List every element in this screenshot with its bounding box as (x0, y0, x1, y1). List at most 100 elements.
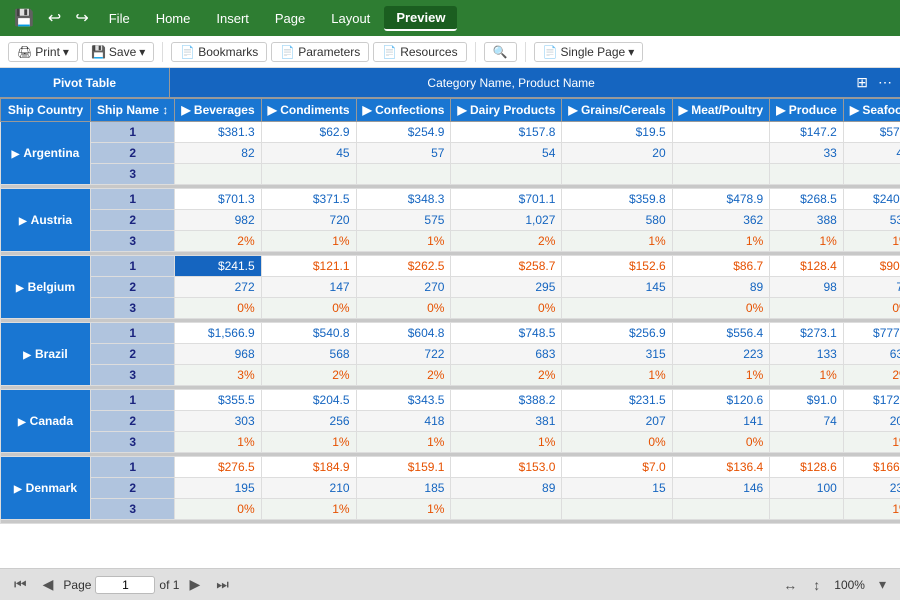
data-cell: $540.8 (261, 323, 356, 344)
menu-page[interactable]: Page (263, 7, 317, 30)
data-cell: 0% (175, 298, 261, 319)
data-cell: 207 (562, 411, 672, 432)
data-cell: 98 (770, 277, 844, 298)
col-header-dairy: ▶ Dairy Products (451, 99, 562, 122)
country-cell: ▶Belgium (1, 256, 91, 319)
parameters-button[interactable]: 📄 Parameters (271, 42, 369, 62)
data-cell (770, 164, 844, 185)
data-cell: $62.9 (261, 122, 356, 143)
data-cell: 418 (356, 411, 451, 432)
redo-icon[interactable]: ↪ (69, 4, 94, 32)
data-cell (843, 164, 900, 185)
print-button[interactable]: 🖨 Print ▾ (8, 42, 78, 62)
data-cell: $604.8 (356, 323, 451, 344)
search-button[interactable]: 🔍 (484, 42, 517, 62)
data-cell: 210 (261, 478, 356, 499)
data-cell: $777.4 (843, 323, 900, 344)
data-cell: 720 (261, 210, 356, 231)
row-number-cell: 2 (91, 277, 175, 298)
data-cell: $136.4 (672, 457, 770, 478)
expand-arrow-icon[interactable]: ▶ (18, 417, 26, 428)
zoom-dropdown-arrow[interactable]: ▾ (873, 574, 892, 595)
data-cell: $701.1 (451, 189, 562, 210)
data-cell: 74 (770, 411, 844, 432)
table-row: ▶Brazil1$1,566.9$540.8$604.8$748.5$256.9… (1, 323, 900, 344)
data-cell: $343.5 (356, 390, 451, 411)
next-page-button[interactable]: ▶ (183, 574, 206, 595)
fit-height-button[interactable]: ↕ (807, 575, 826, 595)
data-cell: $90.6 (843, 256, 900, 277)
pivot-header: Pivot Table Category Name, Product Name … (0, 68, 900, 98)
pivot-grid-icon[interactable]: ⊞ (852, 72, 872, 93)
expand-arrow-icon[interactable]: ▶ (19, 216, 27, 227)
data-cell: 195 (175, 478, 261, 499)
zoom-level: 100% (830, 578, 869, 592)
data-cell: 1% (356, 432, 451, 453)
col-header-seafood: ▶ Seafood (843, 99, 900, 122)
menu-bar: 💾 ↩ ↪ File Home Insert Page Layout Previ… (0, 0, 900, 36)
data-cell: $159.1 (356, 457, 451, 478)
first-page-button[interactable]: ⏮ (8, 574, 33, 595)
data-cell: 303 (175, 411, 261, 432)
data-cell: 568 (261, 344, 356, 365)
undo-icon[interactable]: ↩ (42, 4, 67, 32)
resources-button[interactable]: 📄 Resources (373, 42, 466, 62)
table-row: 30%1%1%1% (1, 499, 900, 520)
menu-preview[interactable]: Preview (384, 6, 457, 31)
menu-file[interactable]: File (97, 7, 142, 30)
expand-arrow-icon[interactable]: ▶ (23, 350, 31, 361)
data-cell: 2% (843, 365, 900, 386)
row-number-cell: 1 (91, 256, 175, 277)
data-cell: 133 (770, 344, 844, 365)
data-cell: $19.5 (562, 122, 672, 143)
table-row: 33%2%2%2%1%1%1%2% (1, 365, 900, 386)
table-row: 31%1%1%1%0%0%1% (1, 432, 900, 453)
data-cell: 1% (672, 231, 770, 252)
expand-arrow-icon[interactable]: ▶ (16, 283, 24, 294)
data-cell: 48 (843, 143, 900, 164)
bookmarks-button[interactable]: 📄 Bookmarks (171, 42, 267, 62)
page-number-input[interactable] (95, 576, 155, 594)
data-cell: $184.9 (261, 457, 356, 478)
data-cell: $388.2 (451, 390, 562, 411)
table-row: ▶Denmark1$276.5$184.9$159.1$153.0$7.0$13… (1, 457, 900, 478)
data-cell (261, 164, 356, 185)
save-button[interactable]: 💾 Save ▾ (82, 42, 154, 62)
single-page-button[interactable]: 📄 Single Page ▾ (534, 42, 644, 62)
expand-arrow-icon[interactable]: ▶ (12, 149, 20, 160)
data-cell: 1% (175, 432, 261, 453)
pivot-menu-icon[interactable]: ⋯ (874, 72, 896, 93)
data-cell: 2% (451, 231, 562, 252)
data-cell: 82 (175, 143, 261, 164)
page-label: Page (63, 578, 91, 592)
fit-width-button[interactable]: ↔ (777, 575, 803, 595)
table-row: 30%0%0%0%0%0% (1, 298, 900, 319)
country-cell: ▶Austria (1, 189, 91, 252)
data-cell: 256 (261, 411, 356, 432)
last-page-button[interactable]: ⏭ (210, 574, 235, 595)
data-cell: $57.4 (843, 122, 900, 143)
data-cell: 1% (843, 499, 900, 520)
data-cell: $701.3 (175, 189, 261, 210)
data-cell: $355.5 (175, 390, 261, 411)
expand-arrow-icon[interactable]: ▶ (14, 484, 22, 495)
row-number-cell: 3 (91, 432, 175, 453)
menu-layout[interactable]: Layout (319, 7, 382, 30)
col-header-confections: ▶ Confections (356, 99, 451, 122)
row-number-cell: 3 (91, 499, 175, 520)
data-cell: $348.3 (356, 189, 451, 210)
table-row: ▶Belgium1$241.5$121.1$262.5$258.7$152.6$… (1, 256, 900, 277)
row-number-cell: 1 (91, 457, 175, 478)
menu-home[interactable]: Home (144, 7, 203, 30)
menu-insert[interactable]: Insert (204, 7, 261, 30)
data-cell: $121.1 (261, 256, 356, 277)
prev-page-button[interactable]: ◀ (37, 574, 60, 595)
data-cell: 1% (770, 231, 844, 252)
data-cell (451, 499, 562, 520)
save-icon[interactable]: 💾 (8, 4, 40, 32)
data-cell: 295 (451, 277, 562, 298)
data-cell: 146 (672, 478, 770, 499)
data-cell: $128.4 (770, 256, 844, 277)
row-number-cell: 3 (91, 365, 175, 386)
data-cell (770, 499, 844, 520)
